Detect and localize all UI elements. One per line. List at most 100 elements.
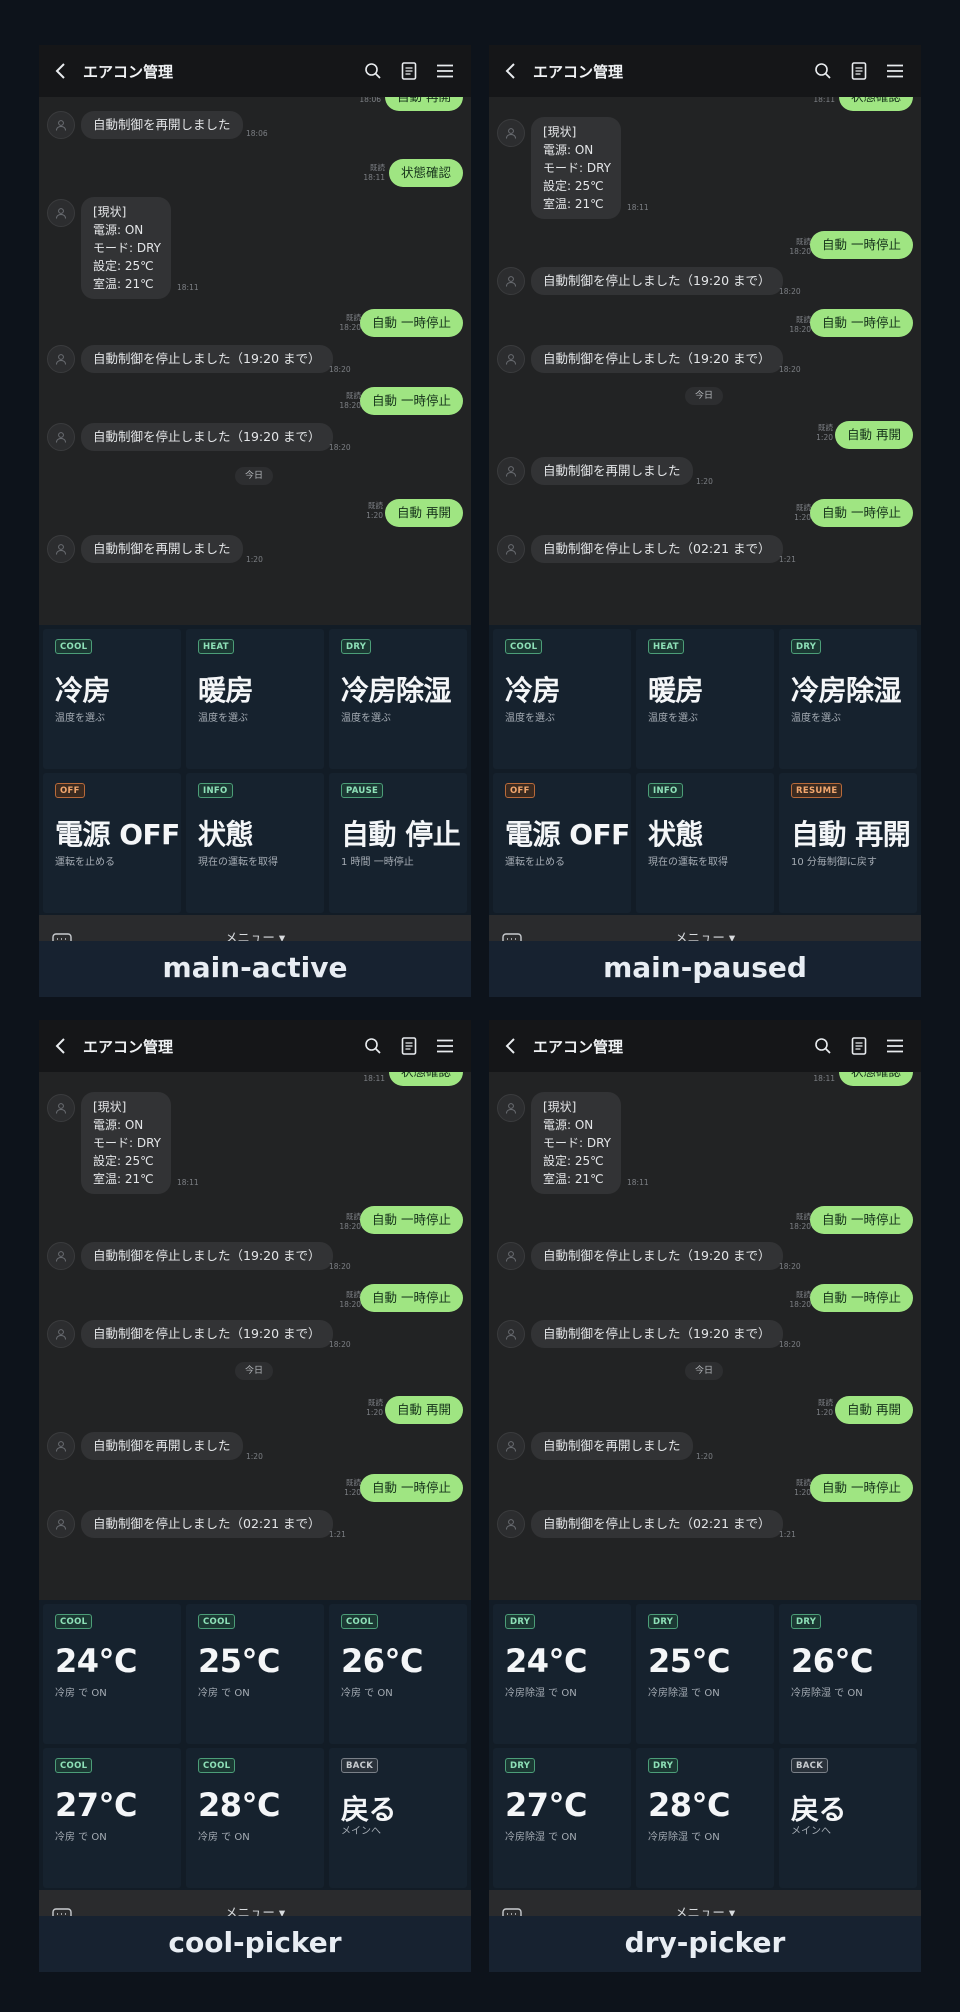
message-time: 1:21 (779, 1530, 796, 1539)
bot-bubble: 自動制御を停止しました（19:20 まで） (81, 423, 333, 451)
tile-power-off[interactable]: OFF 電源 OFF 運転を止める (43, 773, 181, 913)
user-bubble: 状態確認 (388, 1072, 463, 1086)
back-arrow-icon[interactable] (489, 1020, 533, 1072)
tile-subtitle: 運転を止める (505, 857, 565, 868)
back-arrow-icon[interactable] (39, 45, 83, 97)
notes-icon[interactable] (391, 45, 427, 97)
user-bubble: 状態確認 (838, 97, 913, 111)
bot-avatar (497, 119, 525, 147)
tile-tag: HEAT (648, 639, 684, 654)
tile-tag: COOL (198, 1614, 236, 1629)
message-time: 18:20 (329, 443, 351, 452)
top-bar: エアコン管理 (489, 1020, 921, 1072)
search-icon[interactable] (805, 1020, 841, 1072)
read-receipt: 既読 (818, 423, 833, 432)
message-time: 18:20 (329, 1262, 351, 1271)
rich-menu-grid: COOL 冷房 温度を選ぶ HEAT 暖房 温度を選ぶ DRY 冷房除湿 温度を選ぶ OFF… (489, 625, 921, 915)
message-time: 1:20 (366, 511, 383, 520)
search-icon[interactable] (805, 45, 841, 97)
tile-title: 暖房 (648, 674, 704, 707)
tile-cool[interactable]: COOL 冷房 温度を選ぶ (43, 629, 181, 769)
tile-subtitle: 現在の運転を取得 (648, 857, 728, 868)
tile-power-off[interactable]: OFF 電源 OFF 運転を止める (493, 773, 631, 913)
date-separator: 今日 (235, 1362, 274, 1380)
hamburger-menu-icon[interactable] (877, 45, 913, 97)
tile-resume[interactable]: RESUME 自動 再開 10 分毎制御に戻す (779, 773, 917, 913)
chat-area[interactable]: 状態確認 18:11 [現状] 電源: ON モード: DRY 設定: 25℃ … (489, 97, 921, 625)
tile-tag: RESUME (791, 783, 843, 798)
tile-pause[interactable]: PAUSE 自動 停止 1 時間 一時停止 (329, 773, 467, 913)
tile-tag: INFO (648, 783, 683, 798)
tile-cool[interactable]: COOL 冷房 温度を選ぶ (493, 629, 631, 769)
caption-bar: main-paused (489, 941, 921, 997)
tile-tag: PAUSE (341, 783, 384, 798)
tile-subtitle: 冷房除湿 で ON (505, 1688, 577, 1699)
tile-tag: DRY (341, 639, 372, 654)
date-separator: 今日 (235, 467, 274, 485)
notes-icon[interactable] (391, 1020, 427, 1072)
chat-area[interactable]: 状態確認 18:11 [現状] 電源: ON モード: DRY 設定: 25℃ … (39, 1072, 471, 1600)
user-bubble: 自動 一時停止 (360, 1206, 463, 1234)
tile-subtitle: 冷房除湿 で ON (791, 1688, 863, 1699)
tile-tag: COOL (198, 1758, 236, 1773)
tile-cool-28[interactable]: COOL 28°C 冷房 で ON (186, 1748, 324, 1888)
status-line: 設定: 25℃ (543, 1154, 604, 1168)
notes-icon[interactable] (841, 45, 877, 97)
message-time: 18:11 (363, 1074, 385, 1083)
tile-cool-27[interactable]: COOL 27°C 冷房 で ON (43, 1748, 181, 1888)
read-receipt: 既読 (346, 391, 361, 400)
tile-dry-24[interactable]: DRY 24°C 冷房除湿 で ON (493, 1604, 631, 1744)
tile-subtitle: 冷房除湿 で ON (648, 1688, 720, 1699)
bot-bubble: 自動制御を再開しました (81, 1432, 243, 1460)
user-bubble: 自動 再開 (835, 421, 913, 449)
chat-area[interactable]: 状態確認 18:11 [現状] 電源: ON モード: DRY 設定: 25℃ … (489, 1072, 921, 1600)
tile-dry-28[interactable]: DRY 28°C 冷房除湿 で ON (636, 1748, 774, 1888)
search-icon[interactable] (355, 1020, 391, 1072)
back-arrow-icon[interactable] (39, 1020, 83, 1072)
hamburger-menu-icon[interactable] (427, 45, 463, 97)
bot-avatar (47, 1432, 75, 1460)
bot-avatar (497, 1094, 525, 1122)
tile-info[interactable]: INFO 状態 現在の運転を取得 (186, 773, 324, 913)
status-line: 電源: ON (543, 1118, 594, 1132)
tile-back[interactable]: BACK 戻る メインへ (329, 1748, 467, 1888)
notes-icon[interactable] (841, 1020, 877, 1072)
user-bubble: 自動 再開 (385, 97, 463, 111)
tile-dry[interactable]: DRY 冷房除湿 温度を選ぶ (329, 629, 467, 769)
message-time: 1:20 (794, 1488, 811, 1497)
hamburger-menu-icon[interactable] (877, 1020, 913, 1072)
status-bubble: [現状] 電源: ON モード: DRY 設定: 25℃ 室温: 21℃ (81, 197, 171, 299)
bot-avatar (497, 1432, 525, 1460)
tile-heat[interactable]: HEAT 暖房 温度を選ぶ (186, 629, 324, 769)
tile-cool-24[interactable]: COOL 24°C 冷房 で ON (43, 1604, 181, 1744)
status-line: 室温: 21℃ (93, 277, 154, 291)
tile-tag: DRY (505, 1614, 536, 1629)
status-line: 電源: ON (93, 223, 144, 237)
back-arrow-icon[interactable] (489, 45, 533, 97)
tile-info[interactable]: INFO 状態 現在の運転を取得 (636, 773, 774, 913)
hamburger-menu-icon[interactable] (427, 1020, 463, 1072)
tile-tag: DRY (648, 1758, 679, 1773)
tile-tag: INFO (198, 783, 233, 798)
page-title: エアコン管理 (83, 1037, 174, 1056)
tile-dry-25[interactable]: DRY 25°C 冷房除湿 で ON (636, 1604, 774, 1744)
tile-dry[interactable]: DRY 冷房除湿 温度を選ぶ (779, 629, 917, 769)
tile-cool-26[interactable]: COOL 26°C 冷房 で ON (329, 1604, 467, 1744)
message-time: 18:11 (813, 97, 835, 104)
status-line: [現状] (93, 1100, 127, 1114)
bot-avatar (47, 1510, 75, 1538)
tile-tag: OFF (55, 783, 85, 798)
chat-area[interactable]: 自動 再開 18:06 自動制御を再開しました 18:06 既読 18:11 状… (39, 97, 471, 625)
tile-title: 冷房 (505, 674, 561, 707)
date-separator: 今日 (685, 387, 724, 405)
tile-title: 冷房 (55, 674, 111, 707)
search-icon[interactable] (355, 45, 391, 97)
tile-dry-27[interactable]: DRY 27°C 冷房除湿 で ON (493, 1748, 631, 1888)
tile-subtitle: 冷房 で ON (341, 1688, 393, 1699)
tile-heat[interactable]: HEAT 暖房 温度を選ぶ (636, 629, 774, 769)
read-receipt: 既読 (796, 237, 811, 246)
tile-cool-25[interactable]: COOL 25°C 冷房 で ON (186, 1604, 324, 1744)
tile-back[interactable]: BACK 戻る メインへ (779, 1748, 917, 1888)
tile-dry-26[interactable]: DRY 26°C 冷房除湿 で ON (779, 1604, 917, 1744)
bot-bubble: 自動制御を停止しました（19:20 まで） (81, 345, 333, 373)
